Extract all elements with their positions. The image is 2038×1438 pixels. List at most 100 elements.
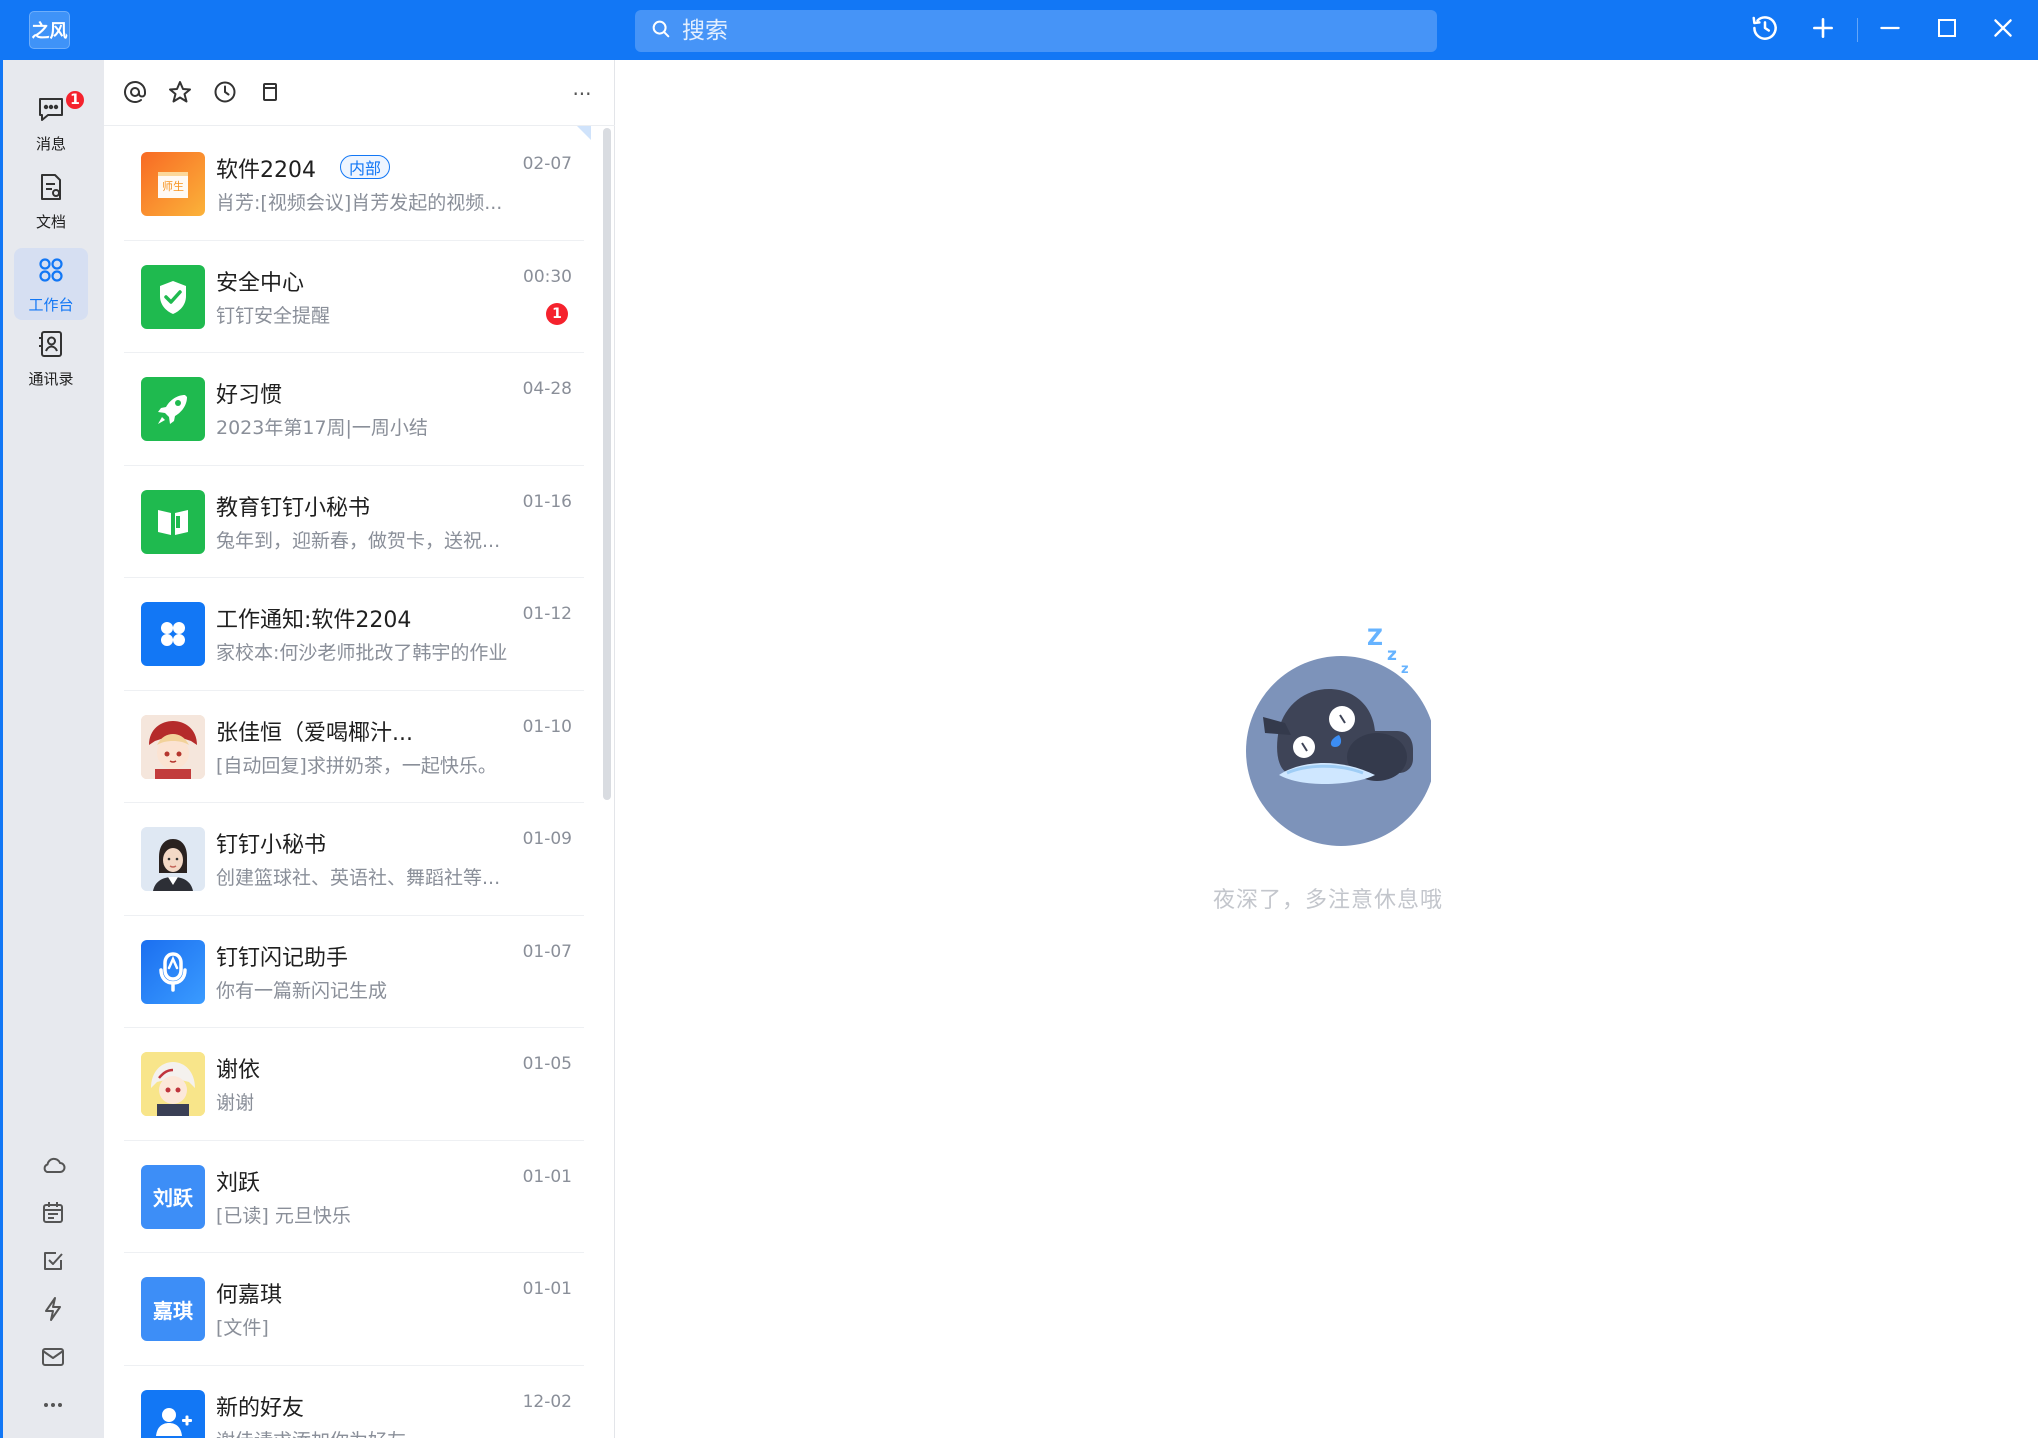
conversation-name: 何嘉琪 [216,1283,283,1308]
conversation-item[interactable]: 好习惯 2023年第17周|一周小结 04-28 [124,353,584,466]
conversation-item[interactable]: 谢依 谢谢 01-05 [124,1028,584,1141]
conversation-item[interactable]: 张佳恒（爱喝椰汁... [自动回复]求拼奶茶，一起快乐。 01-10 [124,691,584,804]
maximize-icon [1935,16,1959,44]
recent-filter-button[interactable] [210,79,240,109]
nav-cloud-button[interactable] [37,1151,69,1183]
conversation-item[interactable]: 安全中心 钉钉安全提醒 00:30 1 [124,241,584,354]
conversation-item[interactable]: 工作通知:软件2204 家校本:何沙老师批改了韩宇的作业 01-12 [124,578,584,691]
add-button[interactable] [1805,12,1841,48]
flash-icon [39,1295,67,1327]
conversation-name: 软件2204 [216,158,316,183]
nav-label: 工作台 [28,295,74,314]
conversation-preview: [自动回复]求拼奶茶，一起快乐。 [216,754,497,777]
nav-item-contacts[interactable]: 通讯录 [14,322,88,394]
chat-area: Z z z 夜深了，多注意休息哦 [615,60,2038,1438]
conversation-time: 01-01 [522,1279,572,1299]
nav-todo-button[interactable] [37,1247,69,1279]
unread-badge: 1 [546,302,568,325]
at-icon [122,79,148,109]
class-group-icon: 师生 [141,152,205,216]
conversation-preview: 钉钉安全提醒 [216,304,331,327]
nav-label: 消息 [35,134,66,153]
nav-label: 通讯录 [28,369,74,388]
conversation-item[interactable]: 钉钉闪记助手 你有一篇新闪记生成 01-07 [124,916,584,1029]
bookmark-icon [257,79,283,109]
conversation-time: 02-07 [522,154,572,174]
conversation-name: 张佳恒（爱喝椰汁... [216,720,413,746]
history-button[interactable] [1747,12,1783,48]
conversation-item[interactable]: 刘跃 刘跃 [已读] 元旦快乐 01-01 [124,1141,584,1254]
nav-mail-button[interactable] [37,1343,69,1375]
saved-filter-button[interactable] [255,79,285,109]
nav-more-button[interactable] [37,1391,69,1423]
more-options-button[interactable]: ··· [567,79,597,109]
conversation-time: 01-16 [522,491,572,512]
svg-text:师生: 师生 [162,179,184,193]
avatar-initials: 嘉琪 [153,1298,193,1323]
app-logo[interactable]: 之风 [29,11,70,49]
starred-filter-button[interactable] [165,79,195,109]
document-icon [35,171,67,207]
close-button[interactable] [1985,12,2021,48]
conversation-preview: 家校本:何沙老师批改了韩宇的作业 [216,642,508,664]
anime-avatar-icon [141,1052,205,1116]
search-icon [650,18,672,44]
conversation-item[interactable]: 师生 软件2204 内部 肖芳:[视频会议]肖芳发起的视频... 02-07 [124,128,584,241]
more-icon [39,1391,67,1423]
nav-flash-button[interactable] [37,1295,69,1327]
avatar-initials: 刘跃 [153,1186,193,1210]
text-avatar: 刘跃 [141,1164,205,1229]
conversation-time: 00:30 [523,266,572,287]
conversation-name: 刘跃 [216,1170,261,1196]
unread-badge: 1 [64,89,86,111]
add-user-icon [141,1389,205,1438]
nav-item-documents[interactable]: 文档 [14,165,88,237]
conversation-name: 新的好友 [216,1395,305,1421]
search-input[interactable] [682,18,1382,44]
plus-icon [1810,15,1836,45]
minimize-button[interactable] [1872,12,1908,48]
todo-icon [39,1247,67,1279]
conversation-preview: 你有一篇新闪记生成 [216,979,388,1002]
history-icon [1750,13,1780,47]
conversation-panel: ··· 师生 软件2204 内部 肖芳:[视频会议]肖芳发起的视频... 02-… [104,60,615,1438]
conversation-name: 教育钉钉小秘书 [216,495,371,521]
workbench-icon [35,254,67,290]
contacts-icon [35,328,67,364]
conversation-preview: 肖芳:[视频会议]肖芳发起的视频... [216,192,503,214]
conversation-time: 01-09 [522,829,572,849]
star-icon [167,79,193,109]
conversation-name: 钉钉闪记助手 [216,945,349,971]
conversation-name: 工作通知:软件2204 [216,608,412,633]
apps-icon [141,602,205,666]
list-scrollbar[interactable] [603,128,611,800]
conversation-time: 01-07 [522,941,572,962]
conversation-item[interactable]: 教育钉钉小秘书 兔年到，迎新春，做贺卡，送祝... 01-16 [124,466,584,579]
microphone-icon [141,939,205,1004]
nav-item-workbench[interactable]: 工作台 [14,248,88,320]
nav-label: 文档 [35,212,66,231]
left-nav: 消息 1 文档 工作台 通讯录 [0,60,104,1438]
nav-calendar-button[interactable] [37,1199,69,1231]
maximize-button[interactable] [1929,12,1965,48]
conversation-item[interactable]: 钉钉小秘书 创建篮球社、英语社、舞蹈社等... 01-09 [124,803,584,916]
close-icon [1990,15,2016,45]
conversation-preview: 创建篮球社、英语社、舞蹈社等... [216,867,501,889]
rocket-icon [141,377,205,441]
conversation-time: 01-12 [522,604,572,624]
title-bar: 之风 [0,0,2038,60]
internal-tag: 内部 [340,155,391,179]
svg-text:Z: Z [1367,626,1383,651]
conversation-item[interactable]: 新的好友 谢佳请求添加你为好友 12-02 [124,1366,584,1438]
conversation-name: 钉钉小秘书 [216,833,327,858]
minimize-icon [1877,15,1903,45]
conversation-time: 01-01 [522,1166,572,1187]
conversation-name: 安全中心 [216,270,305,296]
conversation-item[interactable]: 嘉琪 何嘉琪 [文件] 01-01 [124,1253,584,1366]
cloud-icon [39,1151,67,1183]
conversation-preview: 2023年第17周|一周小结 [216,417,428,439]
mentions-filter-button[interactable] [120,79,150,109]
conversation-name: 谢依 [216,1058,261,1083]
search-box[interactable] [635,10,1437,52]
nav-item-messages[interactable]: 消息 1 [14,87,88,159]
